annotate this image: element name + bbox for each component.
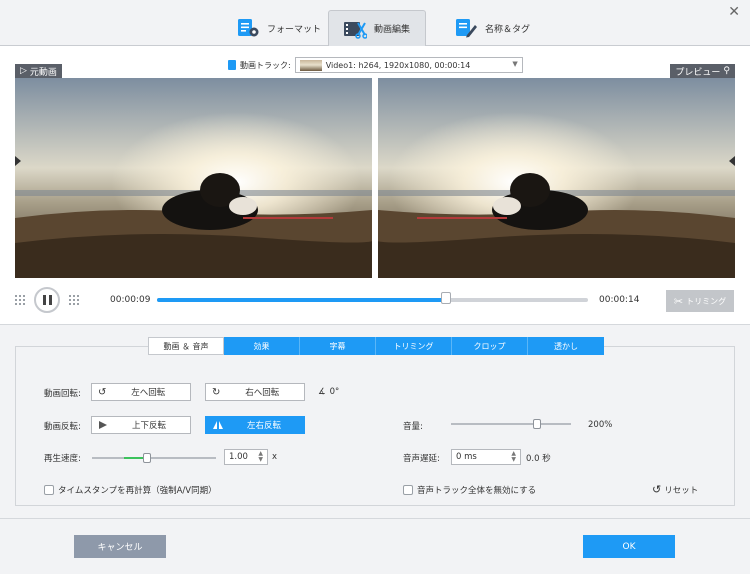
beach-puppy-image xyxy=(15,78,372,278)
spin-arrows-icon[interactable]: ▲ ▼ xyxy=(511,451,516,463)
tab-format-label: フォーマット xyxy=(267,24,322,35)
video-track-value: Video1: h264, 1920x1080, 00:00:14 xyxy=(325,60,471,70)
tab-subtitles[interactable]: 字幕 xyxy=(300,337,376,355)
timestamp-checkbox[interactable] xyxy=(44,485,54,495)
mute-checkbox-row[interactable]: 音声トラック全体を無効にする xyxy=(403,484,536,496)
spin-arrows-icon[interactable]: ▲ ▼ xyxy=(258,451,263,463)
next-frame-icon[interactable] xyxy=(69,295,79,305)
current-time: 00:00:09 xyxy=(110,295,151,305)
rotate-right-icon: ↻ xyxy=(212,386,221,398)
flip-vertical-button[interactable]: 上下反転 xyxy=(91,416,191,434)
tab-format[interactable]: フォーマット xyxy=(222,10,335,46)
speed-slider-handle[interactable] xyxy=(142,453,151,463)
audio-delay-spinbox[interactable]: 0 ms ▲ ▼ xyxy=(451,449,521,465)
tab-video-audio[interactable]: 動画 ＆ 音声 xyxy=(148,337,224,355)
rotate-label: 動画回転: xyxy=(44,389,81,399)
flip-vertical-icon xyxy=(99,421,107,429)
speed-slider[interactable] xyxy=(92,453,216,463)
timestamp-checkbox-label: タイムスタンプを再計算（強制A/V同期） xyxy=(58,486,217,496)
flip-horizontal-label: 左右反転 xyxy=(246,421,281,431)
chevron-down-icon: ▼ xyxy=(512,60,518,68)
reset-button[interactable]: ↺ リセット xyxy=(652,483,698,496)
video-track-select[interactable]: Video1: h264, 1920x1080, 00:00:14 ▼ xyxy=(294,57,523,73)
flip-label: 動画反転: xyxy=(44,422,81,432)
play-small-icon: ▷ xyxy=(20,66,27,76)
volume-label: 音量: xyxy=(403,422,423,432)
tab-effects[interactable]: 効果 xyxy=(224,337,300,355)
tab-watermark[interactable]: 透かし xyxy=(528,337,604,355)
pause-icon-bar xyxy=(48,295,52,305)
reset-label: リセット xyxy=(664,485,699,496)
original-video-tag: ▷ 元動画 xyxy=(15,64,62,78)
beach-puppy-mirrored-image xyxy=(378,78,735,278)
flip-horizontal-icon xyxy=(213,421,223,429)
volume-slider-handle[interactable] xyxy=(533,419,542,429)
timestamp-checkbox-row[interactable]: タイムスタンプを再計算（強制A/V同期） xyxy=(44,484,217,496)
rotate-right-label: 右へ回転 xyxy=(245,388,280,398)
trim-button[interactable]: ✂ トリミング xyxy=(666,290,734,312)
rotate-angle: ∡ 0° xyxy=(318,387,339,397)
trim-button-label: トリミング xyxy=(686,296,727,306)
total-time: 00:00:14 xyxy=(599,295,640,305)
ok-button[interactable]: OK xyxy=(583,535,675,558)
pause-icon xyxy=(42,295,46,305)
speed-unit: x xyxy=(272,452,278,462)
rotate-left-button[interactable]: ↺ 左へ回転 xyxy=(91,383,191,401)
original-video-label: 元動画 xyxy=(29,67,57,78)
preview-video-frame xyxy=(378,78,735,278)
edit-tabs: 動画 ＆ 音声 効果 字幕 トリミング クロップ 透かし xyxy=(148,337,604,355)
speed-label: 再生速度: xyxy=(44,454,81,464)
close-button[interactable]: ✕ xyxy=(728,4,740,20)
rotate-angle-value: 0° xyxy=(329,387,340,397)
scissors-icon: ✂ xyxy=(673,294,684,308)
mute-checkbox-label: 音声トラック全体を無効にする xyxy=(417,486,537,496)
progress-handle[interactable] xyxy=(440,292,451,304)
audio-delay-readout: 0.0 秒 xyxy=(526,454,551,464)
angle-icon: ∡ xyxy=(318,387,326,397)
caret-left-icon xyxy=(729,156,735,166)
progress-fill xyxy=(157,298,446,302)
mute-checkbox[interactable] xyxy=(403,485,413,495)
prev-frame-icon[interactable] xyxy=(15,295,25,305)
volume-value: 200% xyxy=(588,420,613,430)
section-divider xyxy=(0,324,750,325)
speed-value: 1.00 xyxy=(229,452,248,462)
audio-delay-value: 0 ms xyxy=(456,452,477,462)
video-track-icon xyxy=(228,60,236,70)
video-thumbnail xyxy=(299,59,322,71)
tab-trimming[interactable]: トリミング xyxy=(376,337,452,355)
preview-tag: プレビュー ⚲ xyxy=(670,64,735,78)
search-icon: ⚲ xyxy=(723,66,730,76)
tab-crop[interactable]: クロップ xyxy=(452,337,528,355)
tab-video-edit-label: 動画編集 xyxy=(374,25,411,35)
caret-right-icon xyxy=(15,156,21,166)
rotate-left-icon: ↺ xyxy=(98,386,107,398)
audio-delay-label: 音声遅延: xyxy=(403,454,440,464)
rename-tag-icon xyxy=(456,19,477,38)
cancel-button[interactable]: キャンセル xyxy=(74,535,166,558)
reset-icon: ↺ xyxy=(652,483,662,496)
video-edit-icon xyxy=(344,21,367,39)
video-track-label: 動画トラック: xyxy=(240,60,291,70)
playback-progress-bar[interactable] xyxy=(157,292,588,304)
flip-horizontal-button[interactable]: 左右反転 xyxy=(205,416,305,434)
volume-slider[interactable] xyxy=(451,419,571,429)
preview-label: プレビュー xyxy=(675,67,721,78)
tab-name-tag[interactable]: 名称＆タグ xyxy=(440,10,544,46)
tab-video-edit[interactable]: 動画編集 xyxy=(328,10,426,46)
tab-name-tag-label: 名称＆タグ xyxy=(485,24,531,35)
flip-vertical-label: 上下反転 xyxy=(131,421,166,431)
video-track-row: 動画トラック: Video1: h264, 1920x1080, 00:00:1… xyxy=(228,57,523,73)
pause-button[interactable] xyxy=(34,287,60,313)
rotate-right-button[interactable]: ↻ 右へ回転 xyxy=(205,383,305,401)
footer-divider xyxy=(0,518,750,519)
speed-spinbox[interactable]: 1.00 ▲ ▼ xyxy=(224,449,268,465)
original-video-frame xyxy=(15,78,372,278)
rotate-left-label: 左へ回転 xyxy=(131,388,166,398)
format-settings-icon xyxy=(238,19,259,37)
